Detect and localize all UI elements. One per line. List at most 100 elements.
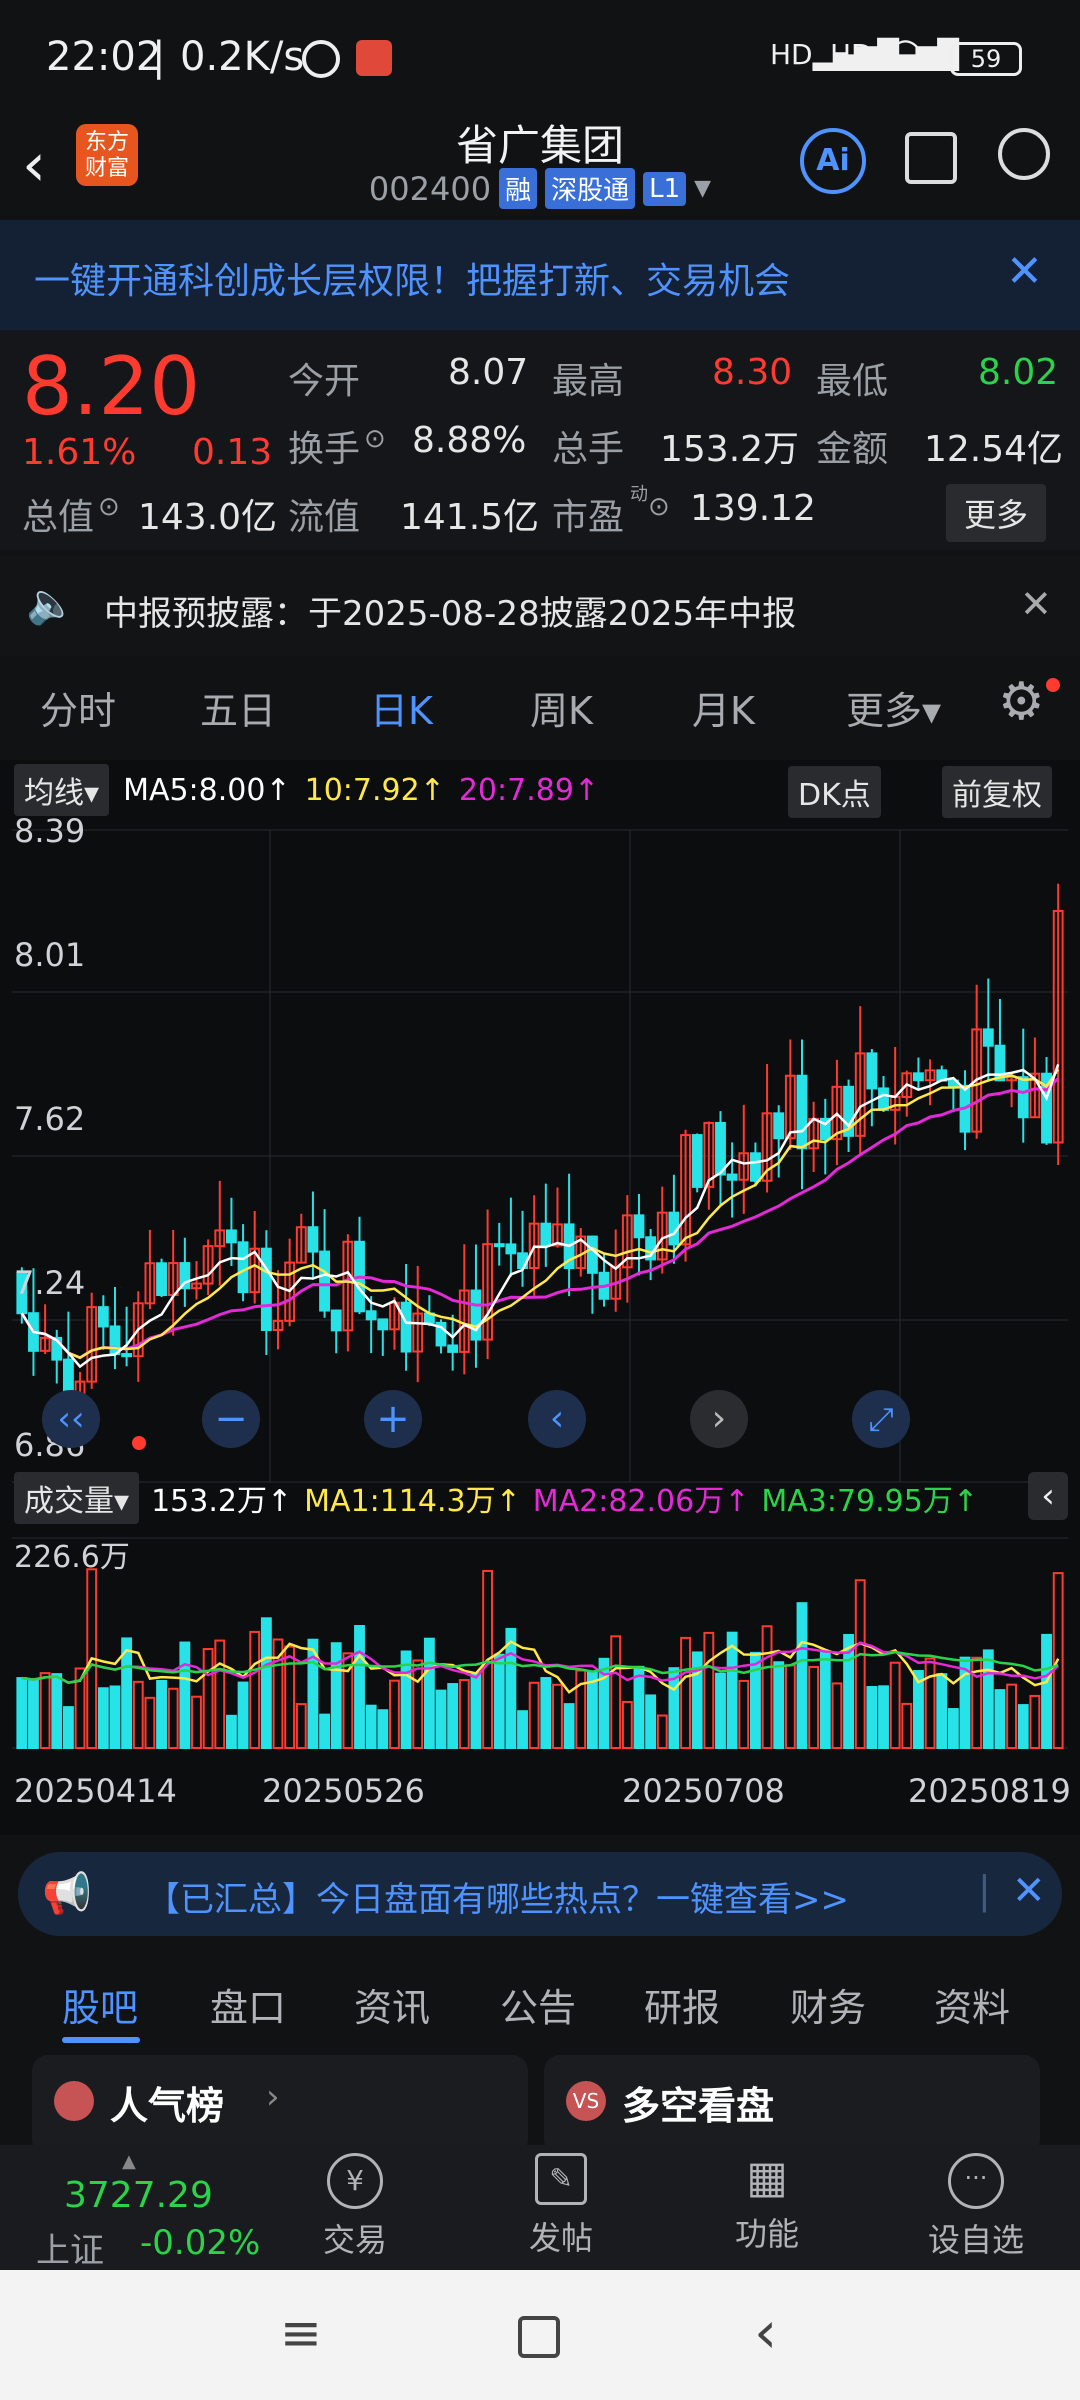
price-tick: 7.24 bbox=[14, 1264, 86, 1302]
feature-cards: 人气榜 › VS 多空看盘 bbox=[0, 2045, 1080, 2155]
alarm-icon bbox=[302, 40, 340, 78]
change-pct: 1.61% bbox=[22, 432, 137, 473]
marker-dot bbox=[132, 1436, 146, 1450]
megaphone-icon: 📢 bbox=[42, 1871, 92, 1917]
vol-ma1-legend: MA1:114.3万↑ bbox=[304, 1484, 521, 1519]
tab-orderbook[interactable]: 盘口 bbox=[210, 1977, 286, 2032]
collapse-panel-icon[interactable]: ‹ bbox=[1028, 1472, 1068, 1520]
fullscreen-icon[interactable]: ⤢ bbox=[852, 1390, 910, 1448]
trade-button[interactable]: ¥ 交易 bbox=[300, 2153, 410, 2263]
index-ticker[interactable]: ▲ 3727.29 上证 -0.02% bbox=[30, 2145, 270, 2271]
tab-daily-k[interactable]: 日K bbox=[370, 680, 433, 735]
step-left-icon[interactable]: ‹ bbox=[528, 1390, 586, 1448]
tab-more[interactable]: 更多▾ bbox=[846, 680, 941, 735]
battery-icon: 59 bbox=[950, 42, 1022, 76]
open-value: 8.07 bbox=[448, 352, 529, 393]
tab-research[interactable]: 研报 bbox=[644, 1977, 720, 2032]
tab-intraday[interactable]: 分时 bbox=[40, 680, 116, 735]
zoom-in-icon[interactable]: + bbox=[364, 1390, 422, 1448]
volume-legend: 成交量▾ 153.2万↑ MA1:114.3万↑ MA2:82.06万↑ MA3… bbox=[14, 1468, 978, 1528]
last-price: 8.20 bbox=[22, 340, 201, 433]
tag-margin: 融 bbox=[499, 168, 538, 209]
price-tick: 8.01 bbox=[14, 936, 86, 974]
net-speed: 0.2K/s bbox=[180, 34, 305, 80]
tab-weekly-k[interactable]: 周K bbox=[530, 680, 593, 735]
quote-panel: 8.20 1.61% 0.13 今开 8.07 最高 8.30 最低 8.02 … bbox=[0, 330, 1080, 550]
volume-max-label: 226.6万 bbox=[14, 1540, 130, 1575]
notice-bar[interactable]: 🔈 中报预披露：于2025-08-28披露2025年中报 ✕ bbox=[0, 556, 1080, 656]
menu-icon[interactable]: ≡ bbox=[280, 2304, 322, 2362]
close-icon[interactable]: ✕ bbox=[1012, 1868, 1046, 1914]
tag-connect: 深股通 bbox=[545, 168, 636, 209]
long-short-card-title: 多空看盘 bbox=[622, 2084, 775, 2128]
mktcap-value: 143.0亿 bbox=[138, 497, 278, 538]
grid-icon: ▦ bbox=[746, 2152, 788, 2203]
low-value: 8.02 bbox=[978, 352, 1059, 393]
tag-level: L1 bbox=[643, 171, 687, 206]
edit-icon: ✎ bbox=[535, 2153, 587, 2205]
info-icon[interactable]: ⊙ bbox=[364, 424, 386, 454]
turnover-label: 换手 bbox=[288, 429, 361, 470]
price-tick: 8.39 bbox=[14, 812, 86, 850]
stock-code-row: 002400 融 深股通 L1 ▼ bbox=[0, 168, 1080, 209]
chevron-down-icon[interactable]: ▼ bbox=[694, 176, 711, 201]
low-label: 最低 bbox=[816, 361, 889, 402]
promo-text: 一键开通科创成长层权限！把握打新、交易机会 bbox=[34, 261, 791, 302]
stock-name: 省广集团 bbox=[455, 121, 624, 170]
tab-announcements[interactable]: 公告 bbox=[500, 1977, 576, 2032]
kline-chart-area[interactable]: 均线▾ MA5:8.00↑ 10:7.92↑ 20:7.89↑ DK点 前复权 … bbox=[0, 760, 1080, 1835]
promo-banner[interactable]: 一键开通科创成长层权限！把握打新、交易机会 ✕ bbox=[0, 220, 1080, 330]
hot-topics-banner[interactable]: 📢 【已汇总】今日盘面有哪些热点？一键查看>> | ✕ bbox=[18, 1852, 1062, 1936]
volume-label: 总手 bbox=[552, 429, 625, 470]
popularity-card[interactable]: 人气榜 › bbox=[32, 2055, 528, 2155]
info-icon-3[interactable]: ⊙ bbox=[648, 492, 670, 522]
open-label: 今开 bbox=[288, 361, 361, 402]
yen-icon: ¥ bbox=[327, 2153, 383, 2209]
info-icon-2[interactable]: ⊙ bbox=[98, 492, 120, 522]
tab-news[interactable]: 资讯 bbox=[354, 1977, 430, 2032]
status-time: 22:02 bbox=[46, 34, 162, 80]
functions-button[interactable]: ▦ 功能 bbox=[712, 2153, 822, 2263]
tab-financials[interactable]: 财务 bbox=[790, 1977, 866, 2032]
close-icon[interactable]: ✕ bbox=[1006, 246, 1043, 297]
tab-monthly-k[interactable]: 月K bbox=[692, 680, 755, 735]
tab-profile[interactable]: 资料 bbox=[934, 1977, 1010, 2032]
amount-label: 金额 bbox=[816, 429, 889, 470]
vol-ma3-legend: MA3:79.95万↑ bbox=[761, 1484, 978, 1519]
app-notification-icon bbox=[356, 40, 392, 76]
tab-forum[interactable]: 股吧 bbox=[62, 1977, 138, 2032]
zoom-out-icon[interactable]: − bbox=[202, 1390, 260, 1448]
index-change: -0.02% bbox=[140, 2223, 261, 2263]
status-bar: 22:02 | 0.2K/s HD▂▄▆█ HD▂▄▆█ ◠ 59 bbox=[0, 0, 1080, 110]
chart-tabs: 分时 五日 日K 周K 月K 更多▾ ⚙ bbox=[0, 660, 1080, 760]
notification-dot bbox=[1046, 678, 1060, 692]
kline-svg bbox=[12, 829, 1068, 1750]
scroll-left-icon[interactable]: ‹‹ bbox=[42, 1390, 100, 1448]
more-dots-icon: ··· bbox=[948, 2153, 1004, 2209]
index-value: 3727.29 bbox=[64, 2175, 213, 2216]
float-label: 流值 bbox=[288, 497, 361, 538]
pe-label: 市盈 bbox=[552, 497, 625, 538]
tab-five-day[interactable]: 五日 bbox=[200, 680, 276, 735]
back-nav-icon[interactable]: ‹ bbox=[754, 2298, 777, 2366]
active-tab-indicator bbox=[62, 2037, 140, 2043]
speaker-icon: 🔈 bbox=[26, 581, 76, 627]
ranking-icon bbox=[54, 2081, 94, 2121]
index-name: 上证 bbox=[36, 2231, 104, 2271]
hot-topics-text: 【已汇总】今日盘面有哪些热点？一键查看>> bbox=[146, 1880, 849, 1920]
add-watchlist-button[interactable]: ··· 设自选 bbox=[916, 2153, 1036, 2263]
home-icon[interactable] bbox=[518, 2316, 560, 2358]
more-button[interactable]: 更多 bbox=[946, 484, 1047, 542]
settings-gear-icon[interactable]: ⚙ bbox=[998, 672, 1045, 732]
date-tick: 20250819 bbox=[908, 1772, 1071, 1810]
date-tick: 20250526 bbox=[262, 1772, 425, 1810]
high-value: 8.30 bbox=[712, 352, 793, 393]
chevron-up-icon: ▲ bbox=[122, 2151, 136, 2172]
close-icon[interactable]: ✕ bbox=[1020, 582, 1052, 626]
date-tick: 20250708 bbox=[622, 1772, 785, 1810]
content-tabs: 股吧 盘口 资讯 公告 研报 财务 资料 bbox=[0, 1955, 1080, 2045]
step-right-icon[interactable]: › bbox=[690, 1390, 748, 1448]
volume-selector[interactable]: 成交量▾ bbox=[14, 1472, 140, 1524]
post-button[interactable]: ✎ 发帖 bbox=[506, 2153, 616, 2263]
long-short-card[interactable]: VS 多空看盘 bbox=[544, 2055, 1040, 2155]
